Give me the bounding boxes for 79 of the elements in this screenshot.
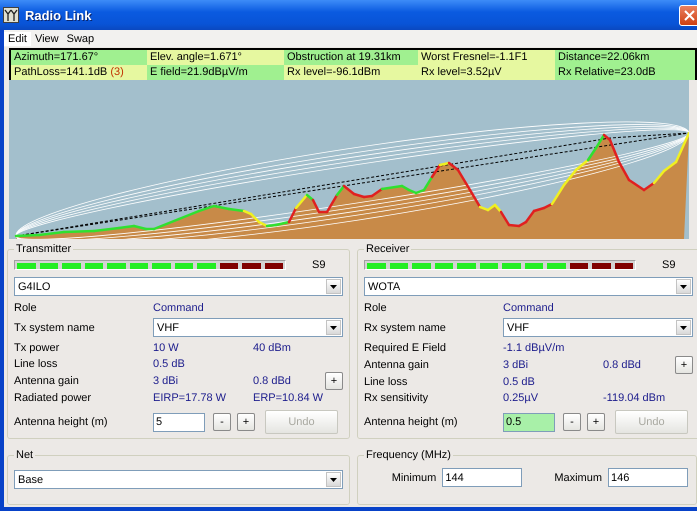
close-icon <box>684 10 695 20</box>
field-label: Required E Field <box>364 341 447 356</box>
caret-icon <box>330 284 337 288</box>
field-value: 0.5 dB <box>153 357 186 372</box>
field-label: Rx sensitivity <box>364 391 430 406</box>
group-title: Frequency (MHz) <box>365 449 452 461</box>
caret-icon <box>680 326 687 330</box>
field-label: Antenna gain <box>14 374 80 389</box>
station-dropdown[interactable]: G4ILO <box>14 277 343 296</box>
caret-icon <box>330 326 337 330</box>
caret-icon <box>680 284 687 288</box>
step-button[interactable]: - <box>563 413 581 431</box>
result-cell: E field=21.9dBµV/m <box>147 65 284 80</box>
antenna-icon <box>3 7 19 23</box>
field-value: ERP=10.84 W <box>253 391 324 406</box>
step-button[interactable]: + <box>587 413 605 431</box>
field-label: Role <box>14 301 38 316</box>
group-title: Transmitter <box>15 243 72 255</box>
field-label: Tx power <box>14 341 60 356</box>
field-value: 0.8 dBd <box>253 374 292 389</box>
result-cell: Rx level=3.52µV <box>418 65 555 80</box>
result-cell: Obstruction at 19.31km <box>284 50 418 65</box>
plus-button[interactable]: + <box>325 372 343 390</box>
system-dropdown[interactable]: VHF <box>153 318 343 337</box>
result-cell: Rx Relative=23.0dB <box>555 65 695 80</box>
field-value: 0.5 dB <box>503 375 536 390</box>
signal-reading: S9 <box>662 259 676 271</box>
system-dropdown[interactable]: VHF <box>503 318 693 337</box>
dropdown-button[interactable] <box>326 472 341 487</box>
field-label: Antenna gain <box>364 358 430 373</box>
menu-item[interactable]: Edit <box>4 32 31 46</box>
result-cell: Azimuth=171.67° <box>11 50 147 65</box>
dropdown-button[interactable] <box>326 320 341 335</box>
field-label: Minimum <box>392 472 436 484</box>
field-value: 10 W <box>153 341 180 356</box>
window-title: Radio Link <box>25 8 92 22</box>
field-value: 0.8 dBd <box>603 358 642 373</box>
caret-icon <box>330 478 337 482</box>
field-value: 3 dBi <box>503 358 530 373</box>
group-title: Receiver <box>365 243 410 255</box>
field-value: Command <box>153 301 205 316</box>
field-label: Maximum <box>554 472 602 484</box>
step-button[interactable]: + <box>237 413 255 431</box>
dropdown-button[interactable] <box>676 279 691 294</box>
field-label: Rx system name <box>364 321 447 336</box>
frequency-field[interactable]: 146 <box>608 468 688 487</box>
result-cell: Worst Fresnel=-1.1F1 <box>418 50 555 65</box>
result-cell: PathLoss=141.1dB (3) <box>11 65 147 80</box>
field-label: Role <box>364 301 388 316</box>
antenna-height-field[interactable]: 5 <box>153 412 205 432</box>
plus-button[interactable]: + <box>675 356 693 374</box>
station-dropdown[interactable]: WOTA <box>364 277 693 296</box>
field-value: -1.1 dBµV/m <box>503 341 566 356</box>
signal-reading: S9 <box>312 259 326 271</box>
field-label: Antenna height (m) <box>364 415 459 430</box>
field-value: Command <box>503 301 555 316</box>
field-value: 3 dBi <box>153 374 180 389</box>
field-value: EIRP=17.78 W <box>153 391 228 406</box>
close-button[interactable] <box>679 4 697 26</box>
result-cell: Rx level=-96.1dBm <box>284 65 418 80</box>
field-label: Tx system name <box>14 321 96 336</box>
net-dropdown[interactable]: Base <box>14 470 343 489</box>
field-label: Line loss <box>14 357 58 372</box>
field-value: 0.25µV <box>503 391 540 406</box>
field-value: 40 dBm <box>253 341 292 356</box>
dropdown-button[interactable] <box>326 279 341 294</box>
menu-item[interactable]: Swap <box>62 32 98 46</box>
menu-item[interactable]: View <box>30 32 63 46</box>
field-label: Antenna height (m) <box>14 415 109 430</box>
field-value: -119.04 dBm <box>603 391 666 406</box>
result-cell: Distance=22.06km <box>555 50 695 65</box>
field-label: Radiated power <box>14 391 92 406</box>
step-button[interactable]: - <box>213 413 231 431</box>
result-cell: Elev. angle=1.671° <box>147 50 284 65</box>
group-title: Net <box>15 449 34 461</box>
frequency-field[interactable]: 144 <box>442 468 522 487</box>
dropdown-button[interactable] <box>676 320 691 335</box>
field-label: Line loss <box>364 375 408 390</box>
antenna-height-field[interactable]: 0.5 <box>503 412 555 432</box>
